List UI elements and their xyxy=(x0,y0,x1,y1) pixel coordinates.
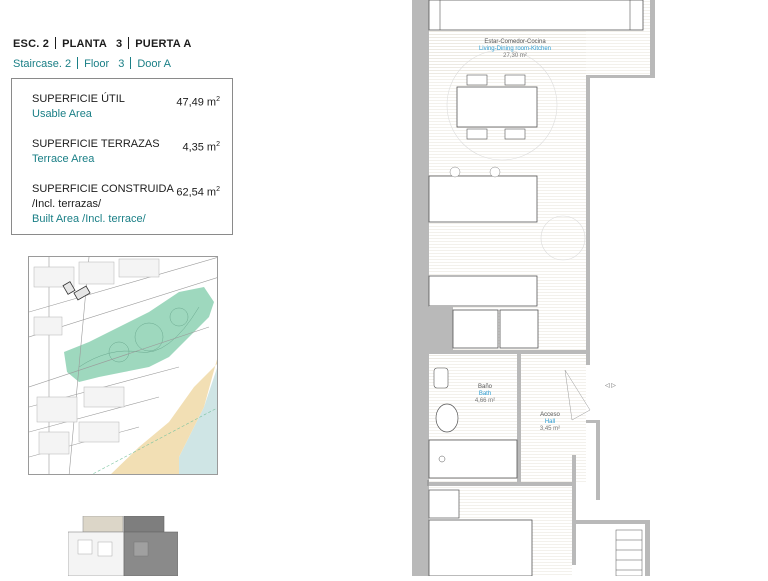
dining-table xyxy=(456,86,538,128)
puerta-value: A xyxy=(183,38,192,50)
key-plan xyxy=(68,516,178,576)
key-plan-drawing xyxy=(68,516,178,576)
toilet xyxy=(435,403,459,433)
door-value: A xyxy=(163,58,171,70)
storage-cabinet xyxy=(499,309,539,349)
hall-label: Acceso Hall 3,45 m² xyxy=(530,412,570,433)
hall-name-es: Acceso xyxy=(540,412,560,418)
living-room-name-es: Estar-Comedor-Cocina xyxy=(484,39,546,45)
kitchen-counter xyxy=(428,275,538,307)
built-area-value: 62,54 m2 xyxy=(176,186,220,199)
built-area-label-en: Built Area /Incl. terrace/ xyxy=(32,213,146,225)
bathtub xyxy=(428,439,518,479)
unit-header-en: Staircase. 2 Floor 3 Door A xyxy=(13,57,171,70)
stair-steps xyxy=(615,529,643,577)
unit-header-es: ESC. 2 PLANTA 3 PUERTA A xyxy=(13,37,191,50)
fridge xyxy=(452,309,499,349)
hall-area: 3,45 m² xyxy=(539,426,561,432)
bath-name-es: Baño xyxy=(477,384,492,390)
bath-name-en: Bath xyxy=(478,391,492,397)
floor-value: 3 xyxy=(118,58,125,70)
separator xyxy=(55,37,57,49)
site-location-map xyxy=(28,256,218,475)
terrace-furniture xyxy=(428,0,644,31)
usable-area-row: SUPERFICIE ÚTIL Usable Area 47,49 m2 xyxy=(32,92,220,122)
kitchen-island xyxy=(428,175,538,223)
nightstand xyxy=(428,489,460,519)
floor-plan: ◁ ▷ Estar-Comedor-Cocina Living-Dining r… xyxy=(400,0,660,577)
planta-value: 3 xyxy=(115,38,123,50)
living-room-label: Estar-Comedor-Cocina Living-Dining room-… xyxy=(475,39,555,60)
living-room-area: 27,30 m² xyxy=(503,53,527,59)
terrace-area-row: SUPERFICIE TERRAZAS Terrace Area 4,35 m2 xyxy=(32,137,220,167)
svg-text:◁ ▷: ◁ ▷ xyxy=(605,383,616,389)
east-wall xyxy=(586,75,590,365)
west-wall xyxy=(412,0,429,576)
built-area-row: SUPERFICIE CONSTRUIDA /Incl. terrazas/ B… xyxy=(32,182,220,227)
site-map-drawing xyxy=(29,257,217,474)
east-wall-upper xyxy=(650,0,655,75)
separator xyxy=(128,37,130,49)
terrace-area-value: 4,35 m2 xyxy=(182,141,220,154)
area-summary-box: SUPERFICIE ÚTIL Usable Area 47,49 m2 SUP… xyxy=(11,78,233,235)
bath-area: 4,66 m² xyxy=(474,398,496,404)
separator xyxy=(130,57,132,69)
floor-plan-drawing: ◁ ▷ xyxy=(412,0,655,577)
esc-value: 2 xyxy=(42,38,50,50)
bath-label: Baño Bath 4,66 m² xyxy=(465,384,505,405)
separator xyxy=(77,57,79,69)
washbasin xyxy=(433,367,449,389)
esc-label: ESC. xyxy=(13,38,40,50)
floor-label: Floor xyxy=(84,58,110,70)
bed xyxy=(428,519,533,577)
puerta-label: PUERTA xyxy=(135,38,181,50)
hall-name-en: Hall xyxy=(544,419,556,425)
planta-label: PLANTA xyxy=(62,38,107,50)
door-label: Door xyxy=(137,58,162,70)
living-room-name-en: Living-Dining room-Kitchen xyxy=(478,46,552,52)
staircase-value: 2 xyxy=(64,58,72,70)
staircase-label: Staircase. xyxy=(13,58,62,70)
usable-area-value: 47,49 m2 xyxy=(176,96,220,109)
